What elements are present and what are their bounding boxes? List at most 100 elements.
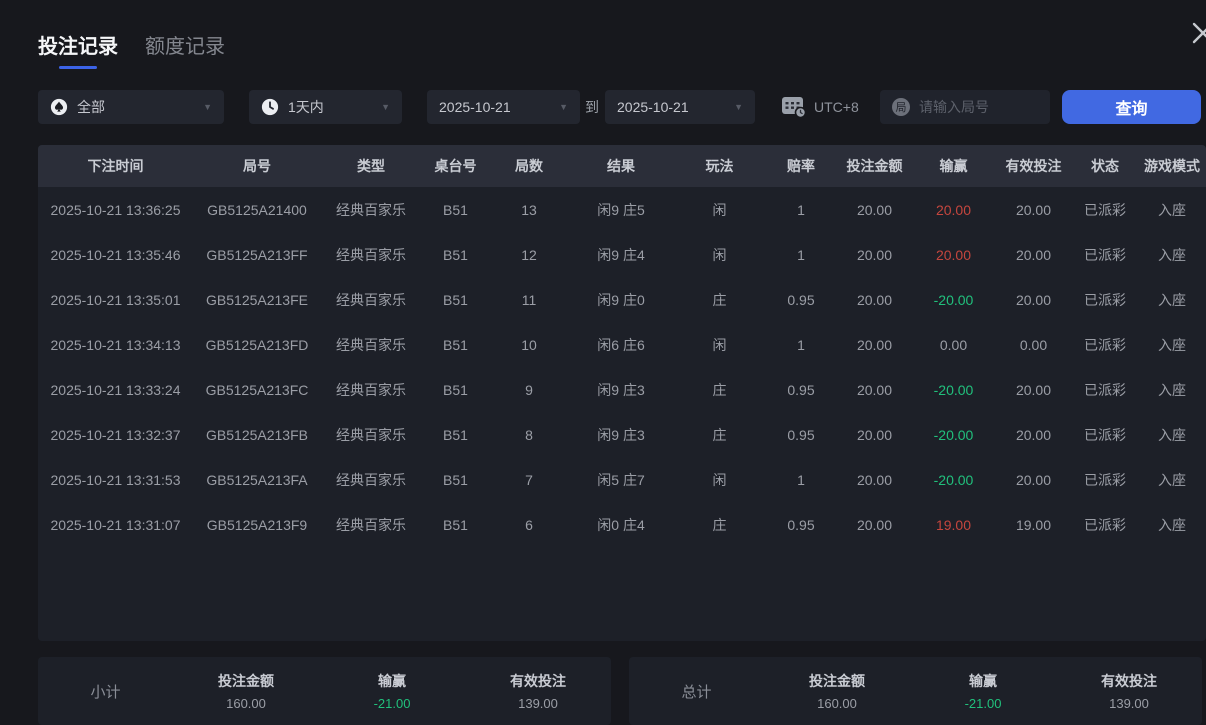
column-header-table_no: 桌台号	[434, 158, 477, 174]
cell-round_id: GB5125A213F9	[206, 516, 308, 533]
date-to-select[interactable]: 2025-10-21 ▼	[605, 90, 755, 124]
table-header-row: 下注时间 局号 类型 桌台号 局数 结果 玩法 赔率 投注金额 输赢 有效投注 状态 游戏模式	[38, 145, 1206, 187]
round-input-placeholder: 请输入局号	[919, 99, 989, 115]
cell-mode: 入座	[1158, 246, 1186, 263]
cell-table_no: B51	[443, 426, 468, 443]
cell-round: 12	[521, 246, 537, 263]
cell-valid: 20.00	[1015, 291, 1052, 308]
cell-play: 闲	[712, 336, 727, 353]
cell-round: 9	[525, 381, 533, 398]
cell-status: 已派彩	[1084, 381, 1126, 398]
cell-round: 7	[525, 471, 533, 488]
round-number-input[interactable]: 局 请输入局号	[880, 90, 1050, 124]
cell-bet: 20.00	[856, 201, 893, 218]
table-row: 2025-10-21 13:35:46 GB5125A213FF 经典百家乐 B51 1…	[38, 232, 1206, 277]
summary-panel-total: 总计 投注金额 160.00 输赢 -21.00 有效投注 139.00	[629, 657, 1202, 725]
summary-stat: 有效投注 139.00	[465, 671, 611, 711]
close-button[interactable]	[1190, 20, 1206, 46]
cell-bet: 20.00	[856, 291, 893, 308]
cell-round_id: GB5125A21400	[207, 201, 307, 218]
cell-type: 经典百家乐	[336, 246, 406, 263]
chevron-down-icon: ▼	[734, 102, 743, 112]
stat-label: 投注金额	[809, 673, 865, 689]
cell-round_id: GB5125A213FC	[205, 381, 309, 398]
cell-round_id: GB5125A213FB	[206, 426, 308, 443]
cell-status: 已派彩	[1084, 246, 1126, 263]
stat-value: -21.00	[964, 696, 1002, 711]
cell-type: 经典百家乐	[336, 426, 406, 443]
cell-win_loss: -20.00	[933, 471, 974, 488]
tab-quota-records[interactable]: 额度记录	[145, 30, 225, 69]
column-header-win_loss: 输赢	[939, 158, 968, 174]
table-row: 2025-10-21 13:33:24 GB5125A213FC 经典百家乐 B51 9…	[38, 367, 1206, 412]
column-header-odds: 赔率	[787, 158, 815, 174]
cell-round_id: GB5125A213FE	[206, 291, 308, 308]
cell-type: 经典百家乐	[336, 381, 406, 398]
cell-time: 2025-10-21 13:34:13	[50, 336, 181, 353]
cell-round_id: GB5125A213FF	[206, 246, 308, 263]
cell-table_no: B51	[443, 381, 468, 398]
column-header-play: 玩法	[705, 158, 734, 174]
cell-mode: 入座	[1158, 291, 1186, 308]
cell-mode: 入座	[1158, 201, 1186, 218]
cell-status: 已派彩	[1084, 516, 1126, 533]
stat-label: 输赢	[378, 673, 406, 689]
cell-round: 6	[525, 516, 533, 533]
filter-bar: 全部 ▼ 1天内 ▼ 2025-10-21 ▼ 到 2025-10-21 ▼ U…	[0, 90, 1206, 124]
record-tabs: 投注记录 额度记录	[38, 30, 225, 69]
date-from-select[interactable]: 2025-10-21 ▼	[427, 90, 580, 124]
cell-valid: 0.00	[1019, 336, 1048, 353]
time-range-select[interactable]: 1天内 ▼	[249, 90, 402, 124]
cell-time: 2025-10-21 13:35:01	[50, 291, 181, 308]
column-header-round_id: 局号	[243, 158, 271, 174]
stat-value: 139.00	[1109, 696, 1149, 711]
timezone-indicator: UTC+8	[780, 90, 859, 124]
cell-status: 已派彩	[1084, 471, 1126, 488]
cell-result: 闲5 庄7	[597, 471, 645, 488]
cell-time: 2025-10-21 13:31:53	[50, 471, 181, 488]
column-header-round: 局数	[515, 158, 543, 174]
cell-bet: 20.00	[856, 516, 893, 533]
summary-panel-subtotal: 小计 投注金额 160.00 输赢 -21.00 有效投注 139.00	[38, 657, 611, 725]
cell-play: 庄	[712, 381, 727, 398]
cell-result: 闲9 庄3	[597, 381, 645, 398]
cell-status: 已派彩	[1084, 426, 1126, 443]
cell-time: 2025-10-21 13:32:37	[50, 426, 181, 443]
cell-odds: 0.95	[787, 381, 815, 398]
bet-records-table: 下注时间 局号 类型 桌台号 局数 结果 玩法 赔率 投注金额 输赢 有效投注 状态 游戏模式 2025…	[38, 145, 1206, 641]
cell-time: 2025-10-21 13:35:46	[50, 246, 181, 263]
game-type-select[interactable]: 全部 ▼	[38, 90, 224, 124]
cell-result: 闲9 庄5	[597, 201, 645, 218]
cell-round_id: GB5125A213FD	[205, 336, 309, 353]
cell-play: 闲	[712, 201, 727, 218]
column-header-valid: 有效投注	[1005, 158, 1062, 174]
table-row: 2025-10-21 13:31:53 GB5125A213FA 经典百家乐 B51 7…	[38, 457, 1206, 502]
cell-win_loss: 20.00	[935, 246, 972, 263]
table-body: 2025-10-21 13:36:25 GB5125A21400 经典百家乐 B51 1…	[38, 187, 1206, 547]
stat-label: 投注金额	[218, 673, 274, 689]
cell-table_no: B51	[443, 201, 468, 218]
tab-bet-records[interactable]: 投注记录	[38, 30, 118, 69]
query-button[interactable]: 查询	[1062, 90, 1201, 124]
cell-round: 13	[521, 201, 537, 218]
game-type-value: 全部	[77, 99, 105, 115]
cell-win_loss: 19.00	[935, 516, 972, 533]
cell-round: 10	[521, 336, 537, 353]
cell-valid: 20.00	[1015, 381, 1052, 398]
cell-valid: 20.00	[1015, 246, 1052, 263]
cell-odds: 0.95	[787, 291, 815, 308]
cell-odds: 1	[797, 201, 805, 218]
tab-bet-records-label: 投注记录	[38, 36, 118, 58]
summary-stat: 输赢 -21.00	[319, 671, 465, 711]
column-header-result: 结果	[607, 158, 635, 174]
close-icon	[1190, 20, 1206, 46]
cell-bet: 20.00	[856, 381, 893, 398]
chevron-down-icon: ▼	[381, 102, 390, 112]
cell-type: 经典百家乐	[336, 336, 406, 353]
cell-odds: 1	[797, 246, 805, 263]
cell-win_loss: -20.00	[933, 426, 974, 443]
column-header-status: 状态	[1091, 158, 1119, 174]
cell-odds: 1	[797, 336, 805, 353]
cell-result: 闲9 庄4	[597, 246, 645, 263]
cell-type: 经典百家乐	[336, 471, 406, 488]
